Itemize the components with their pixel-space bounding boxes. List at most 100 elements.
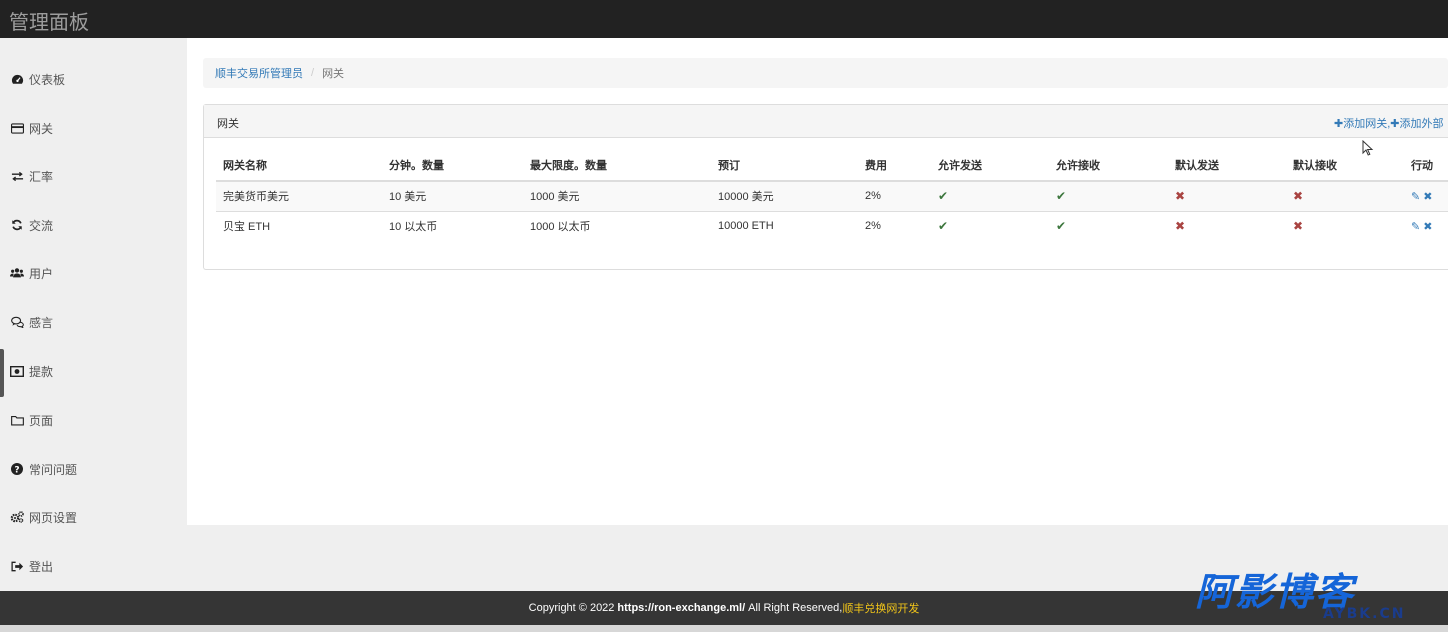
actions-cell: ✎ ✖ bbox=[1404, 210, 1448, 241]
sidebar-item-faq[interactable]: ? 常问问题 bbox=[0, 454, 187, 484]
money-icon bbox=[10, 364, 24, 378]
breadcrumb-current: 网关 bbox=[322, 68, 345, 80]
bottom-border bbox=[0, 625, 1448, 632]
table-row: 贝宝 ETH 10 以太币 1000 以太币 10000 ETH 2% ✔ ✔ … bbox=[216, 210, 1448, 241]
sidebar-item-label: 仪表板 bbox=[29, 72, 66, 87]
folder-icon bbox=[10, 413, 24, 427]
cross-icon: ✖ bbox=[1293, 219, 1304, 234]
check-icon: ✔ bbox=[1056, 219, 1067, 234]
table-row: 完美货币美元 10 美元 1000 美元 10000 美元 2% ✔ ✔ ✖ ✖… bbox=[216, 180, 1448, 211]
watermark-domain: AYBK.CN bbox=[1323, 606, 1406, 622]
default-send-cell: ✖ bbox=[1168, 180, 1286, 211]
sidebar-item-rates[interactable]: 汇率 bbox=[0, 161, 187, 191]
breadcrumb-link-admin[interactable]: 顺丰交易所管理员 bbox=[215, 65, 303, 81]
min-amount: 10 以太币 bbox=[382, 210, 523, 241]
sidebar-item-label: 网页设置 bbox=[29, 510, 78, 525]
comments-icon bbox=[10, 315, 24, 329]
sidebar-item-label: 感言 bbox=[29, 315, 54, 330]
footer-developer-link[interactable]: 顺丰兑换网开发 bbox=[842, 600, 919, 616]
edit-icon[interactable]: ✎ bbox=[1411, 191, 1420, 203]
column-header: 允许接收 bbox=[1049, 149, 1168, 182]
users-icon bbox=[10, 266, 24, 280]
breadcrumb-separator: / bbox=[311, 67, 315, 79]
sidebar-item-label: 用户 bbox=[29, 266, 54, 281]
cross-icon: ✖ bbox=[1293, 189, 1304, 204]
allow-send-cell: ✔ bbox=[931, 210, 1049, 241]
sidebar-item-pages[interactable]: 页面 bbox=[0, 405, 187, 435]
sidebar-item-users[interactable]: 用户 bbox=[0, 258, 187, 288]
gateway-name: 贝宝 ETH bbox=[216, 210, 382, 241]
panel-heading: 网关 ✚添加网关,✚添加外部 bbox=[204, 105, 1448, 138]
add-external-link[interactable]: ✚添加外部 bbox=[1390, 118, 1443, 130]
sidebar-item-withdrawals[interactable]: 提款 bbox=[0, 356, 187, 386]
sidebar-item-label: 交流 bbox=[29, 218, 54, 233]
credit-card-icon bbox=[10, 121, 24, 135]
refresh-icon bbox=[10, 218, 24, 232]
sidebar: 仪表板 网关 汇率 交流 用户 感言 提款 页面 ? 常问问题 网页设置 登出 bbox=[0, 38, 187, 591]
edit-icon[interactable]: ✎ bbox=[1411, 221, 1420, 233]
check-icon: ✔ bbox=[938, 189, 949, 204]
sidebar-item-dashboard[interactable]: 仪表板 bbox=[0, 64, 187, 94]
sign-out-icon bbox=[10, 559, 24, 573]
gears-icon bbox=[10, 510, 24, 524]
column-header: 允许发送 bbox=[931, 149, 1049, 182]
column-header: 默认发送 bbox=[1168, 149, 1286, 182]
sidebar-item-label: 汇率 bbox=[29, 169, 54, 184]
column-header: 预订 bbox=[711, 149, 858, 182]
sidebar-item-site-settings[interactable]: 网页设置 bbox=[0, 502, 187, 532]
column-header: 费用 bbox=[858, 149, 931, 182]
check-icon: ✔ bbox=[938, 219, 949, 234]
column-header: 最大限度。数量 bbox=[523, 149, 711, 182]
check-icon: ✔ bbox=[1056, 189, 1067, 204]
delete-icon[interactable]: ✖ bbox=[1423, 221, 1432, 233]
default-receive-cell: ✖ bbox=[1286, 210, 1404, 241]
fee: 2% bbox=[858, 210, 931, 241]
mouse-cursor-icon bbox=[1362, 139, 1374, 156]
watermark-logo: 阿影博客 AYBK.CN bbox=[1195, 568, 1435, 624]
allow-send-cell: ✔ bbox=[931, 180, 1049, 211]
max-amount: 1000 美元 bbox=[523, 180, 711, 211]
delete-icon[interactable]: ✖ bbox=[1423, 191, 1432, 203]
plus-icon: ✚ bbox=[1334, 118, 1344, 130]
app-title[interactable]: 管理面板 bbox=[9, 6, 89, 35]
column-header: 行动 bbox=[1404, 149, 1448, 182]
gateways-table: 网关名称 分钟。数量 最大限度。数量 预订 费用 允许发送 允许接收 默认发送 … bbox=[216, 149, 1448, 241]
fee: 2% bbox=[858, 180, 931, 211]
top-navbar: 管理面板 bbox=[0, 0, 1448, 38]
plus-icon: ✚ bbox=[1390, 118, 1400, 130]
sidebar-item-gateways[interactable]: 网关 bbox=[0, 113, 187, 143]
footer-rights: All Right Reserved, bbox=[748, 602, 843, 614]
column-header: 分钟。数量 bbox=[382, 149, 523, 182]
sidebar-item-label: 登出 bbox=[29, 559, 54, 574]
column-header: 网关名称 bbox=[216, 149, 382, 182]
allow-receive-cell: ✔ bbox=[1049, 210, 1168, 241]
table-header-row: 网关名称 分钟。数量 最大限度。数量 预订 费用 允许发送 允许接收 默认发送 … bbox=[216, 149, 1448, 182]
gateway-name: 完美货币美元 bbox=[216, 180, 382, 211]
reserve: 10000 美元 bbox=[711, 180, 858, 211]
footer-url-link[interactable]: https://ron-exchange.ml/ bbox=[617, 602, 745, 614]
exchange-arrows-icon bbox=[10, 169, 24, 183]
cross-icon: ✖ bbox=[1175, 189, 1186, 204]
allow-receive-cell: ✔ bbox=[1049, 180, 1168, 211]
breadcrumb: 顺丰交易所管理员 / 网关 bbox=[203, 58, 1448, 88]
sidebar-item-exchanges[interactable]: 交流 bbox=[0, 210, 187, 240]
max-amount: 1000 以太币 bbox=[523, 210, 711, 241]
default-send-cell: ✖ bbox=[1168, 210, 1286, 241]
reserve: 10000 ETH bbox=[711, 210, 858, 241]
svg-text:?: ? bbox=[14, 465, 19, 475]
sidebar-item-label: 页面 bbox=[29, 413, 54, 428]
sidebar-item-label: 常问问题 bbox=[29, 462, 78, 477]
actions-cell: ✎ ✖ bbox=[1404, 180, 1448, 211]
default-receive-cell: ✖ bbox=[1286, 180, 1404, 211]
sidebar-item-label: 提款 bbox=[29, 364, 54, 379]
sidebar-item-logout[interactable]: 登出 bbox=[0, 551, 187, 581]
footer-copyright: Copyright © 2022 bbox=[528, 602, 615, 614]
main-content: 顺丰交易所管理员 / 网关 网关 ✚添加网关,✚添加外部 网关名称 分钟。数量 … bbox=[187, 38, 1448, 525]
add-gateway-link[interactable]: ✚添加网关, bbox=[1334, 118, 1390, 130]
sidebar-item-label: 网关 bbox=[29, 121, 54, 136]
panel-actions: ✚添加网关,✚添加外部 bbox=[1334, 115, 1444, 131]
dashboard-icon bbox=[10, 72, 24, 86]
min-amount: 10 美元 bbox=[382, 180, 523, 211]
sidebar-item-testimonials[interactable]: 感言 bbox=[0, 307, 187, 337]
panel-title: 网关 bbox=[217, 118, 239, 130]
